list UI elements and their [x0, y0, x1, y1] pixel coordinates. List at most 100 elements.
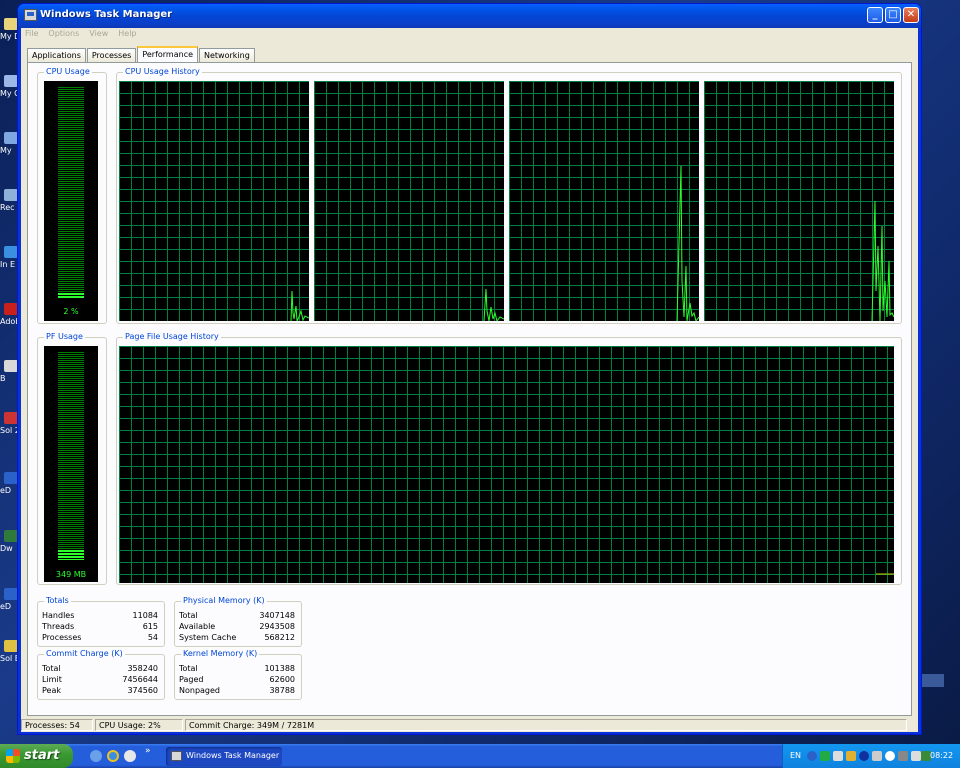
audio-icon[interactable] [859, 751, 869, 761]
stat-key: Threads [42, 622, 75, 631]
stat-value: 2943508 [259, 622, 295, 631]
stat-key: Peak [42, 686, 61, 695]
desktop-icon-label: eD [0, 486, 12, 495]
pf-history-label: Page File Usage History [123, 332, 221, 341]
desktop-icon-label: eD [0, 602, 12, 611]
desktop-icon-label: My [0, 146, 12, 155]
language-indicator[interactable]: EN [790, 751, 801, 760]
stat-key: Handles [42, 611, 75, 620]
pf-history-trace [876, 573, 894, 575]
internet-explorer-icon[interactable] [107, 750, 119, 762]
clock-app-icon[interactable] [885, 751, 895, 761]
app-icon [4, 588, 18, 600]
show-desktop-icon[interactable] [90, 750, 102, 762]
stat-key: System Cache [179, 633, 237, 642]
stat-row-total: Total 3407148 [179, 611, 295, 622]
cpu-history-graph-core-4 [704, 81, 894, 321]
stat-key: Processes [42, 633, 82, 642]
menu-help[interactable]: Help [118, 29, 136, 43]
stat-row-paged: Paged 62600 [179, 675, 295, 686]
internet-explorer-icon [4, 246, 18, 258]
pf-meter-background [58, 352, 84, 560]
stat-value: 615 [142, 622, 158, 631]
task-manager-icon [171, 751, 182, 761]
minimize-button[interactable]: _ [867, 7, 883, 23]
app-icon [4, 530, 18, 542]
commit-charge-group: Commit Charge (K) Total 358240 Limit 74566… [37, 649, 165, 700]
performance-panel: CPU Usage 2 % CPU Usage History PF Usage… [27, 62, 912, 716]
commit-charge-label: Commit Charge (K) [44, 649, 125, 658]
cpu-usage-label: CPU Usage [44, 67, 92, 76]
tab-processes[interactable]: Processes [86, 48, 137, 62]
stat-key: Total [179, 611, 198, 620]
cpu-usage-meter: 2 % [44, 81, 98, 321]
green-status-icon[interactable] [820, 751, 830, 761]
printer-icon[interactable] [911, 751, 921, 761]
kernel-memory-group: Kernel Memory (K) Total 101388 Paged 62600… [174, 649, 302, 700]
stat-row-peak: Peak 374560 [42, 686, 158, 697]
stat-value: 11084 [132, 611, 158, 620]
desktop-icon-label: In E [0, 260, 16, 269]
task-manager-icon [24, 9, 37, 21]
stat-row-processes: Processes 54 [42, 633, 158, 644]
quicklaunch-chevron-icon[interactable]: » [145, 746, 151, 756]
windows-logo-icon [6, 749, 20, 763]
start-button[interactable]: start [0, 744, 73, 768]
volume-icon[interactable] [872, 751, 882, 761]
app-icon [4, 640, 18, 652]
tab-networking[interactable]: Networking [199, 48, 255, 62]
app-icon [4, 412, 18, 424]
desktop-icon-label: Rec [0, 203, 15, 212]
menu-view[interactable]: View [89, 29, 108, 43]
desktop-icon-label: Dw [0, 544, 13, 553]
cpu-history-graph-core-1 [119, 81, 309, 321]
stat-key: Nonpaged [179, 686, 221, 695]
computer-icon [4, 75, 18, 87]
tab-applications[interactable]: Applications [27, 48, 86, 62]
clock[interactable]: 08:22 [930, 751, 953, 760]
cpu-history-trace [676, 165, 699, 321]
stat-key: Paged [179, 675, 204, 684]
totals-group: Totals Handles 11084 Threads 615 Processes… [37, 596, 165, 647]
menu-bar: File Options View Help [25, 29, 137, 43]
status-bar: Processes: 54 CPU Usage: 2% Commit Charg… [21, 718, 918, 732]
taskbar: start » Windows Task Manager EN 08:22 [0, 744, 960, 768]
close-button[interactable]: ✕ [903, 7, 919, 23]
back-arrow-icon[interactable] [807, 751, 817, 761]
stat-key: Total [42, 664, 61, 673]
folder-icon [4, 18, 18, 30]
stat-value: 568212 [264, 633, 295, 642]
cpu-usage-group: CPU Usage 2 % [37, 67, 107, 324]
stat-row-total: Total 358240 [42, 664, 158, 675]
stat-row-limit: Limit 7456644 [42, 675, 158, 686]
stat-value: 358240 [127, 664, 158, 673]
stat-row-threads: Threads 615 [42, 622, 158, 633]
cpu-meter-fill [58, 293, 84, 299]
display-icon[interactable] [898, 751, 908, 761]
recycle-bin-icon [4, 189, 18, 201]
stat-row-nonpaged: Nonpaged 38788 [179, 686, 295, 697]
window-client: File Options View Help Applications Proc… [21, 28, 918, 732]
media-player-icon[interactable] [124, 750, 136, 762]
kernel-memory-label: Kernel Memory (K) [181, 649, 260, 658]
stat-key: Total [179, 664, 198, 673]
maximize-button[interactable]: □ [885, 7, 901, 23]
stat-row-handles: Handles 11084 [42, 611, 158, 622]
stat-value: 3407148 [259, 611, 295, 620]
menu-options[interactable]: Options [48, 29, 79, 43]
cpu-usage-value: 2 % [63, 307, 79, 316]
status-processes: Processes: 54 [21, 719, 93, 731]
app-icon [4, 472, 18, 484]
pf-usage-group: PF Usage 349 MB [37, 332, 107, 585]
shield-icon[interactable] [846, 751, 856, 761]
tab-strip: Applications Processes Performance Netwo… [27, 46, 256, 63]
start-label: start [24, 748, 60, 763]
menu-file[interactable]: File [25, 29, 38, 43]
taskbar-button-task-manager[interactable]: Windows Task Manager [166, 747, 282, 766]
physical-memory-label: Physical Memory (K) [181, 596, 267, 605]
tab-performance[interactable]: Performance [137, 46, 199, 63]
title-bar[interactable]: Windows Task Manager _ □ ✕ [18, 4, 921, 28]
network-icon[interactable] [833, 751, 843, 761]
stat-key: Available [179, 622, 216, 631]
pf-usage-meter: 349 MB [44, 346, 98, 582]
